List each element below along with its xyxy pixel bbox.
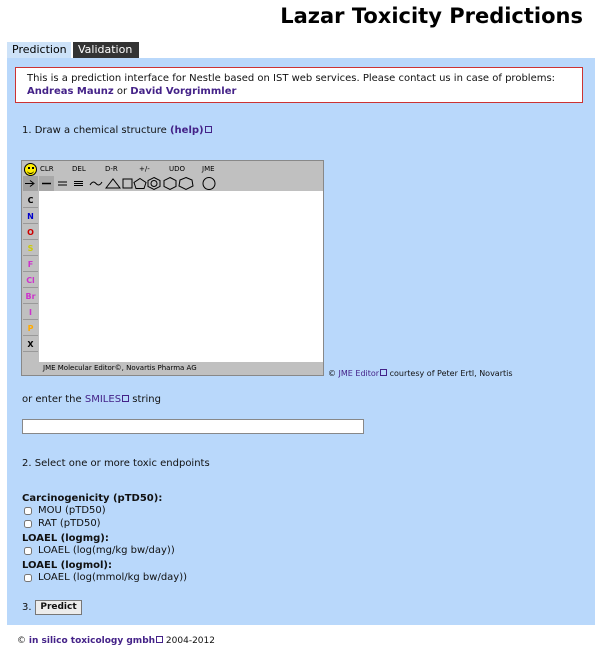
footer-years: 2004-2012 <box>165 636 215 646</box>
credit-text: courtesy of Peter Ertl, Novartis <box>389 369 513 378</box>
contact-link-david[interactable]: David Vorgrimmler <box>130 86 236 97</box>
element-n[interactable]: N <box>23 209 38 224</box>
external-link-icon <box>122 395 130 402</box>
element-s[interactable]: S <box>23 241 38 256</box>
drawing-canvas[interactable] <box>39 191 323 362</box>
element-br[interactable]: Br <box>23 289 38 304</box>
loael-logmg-heading: LOAEL (logmg): <box>22 533 109 544</box>
step1-row: 1. Draw a chemical structure (help) <box>22 125 212 136</box>
undo-tool[interactable]: UDO <box>169 165 185 173</box>
smiles-input[interactable] <box>22 419 364 434</box>
element-cl[interactable]: Cl <box>23 273 38 288</box>
element-c[interactable]: C <box>23 193 38 208</box>
info-text: This is a prediction interface for Nestl… <box>27 73 556 84</box>
page-title: Lazar Toxicity Predictions <box>280 4 583 28</box>
jme-editor[interactable]: CLR DEL D-R +/- UDO JME C N O S F Cl Br … <box>21 160 324 376</box>
d-r-tool[interactable]: D-R <box>105 165 118 173</box>
footer-copyright: © <box>17 636 26 646</box>
loael-mmol-label: LOAEL (log(mmol/kg bw/day)) <box>38 572 188 583</box>
step1-label: 1. Draw a chemical structure <box>22 125 167 136</box>
contact-link-andreas[interactable]: Andreas Maunz <box>27 86 114 97</box>
smiles-prefix: or enter the <box>22 394 82 405</box>
step3-label: 3. <box>22 602 32 613</box>
clr-tool[interactable]: CLR <box>40 165 54 173</box>
loael-mg-checkbox[interactable] <box>24 547 32 555</box>
del-tool[interactable]: DEL <box>72 165 86 173</box>
smiles-link[interactable]: SMILES <box>85 394 121 405</box>
mou-label: MOU (pTD50) <box>38 505 106 516</box>
info-box: This is a prediction interface for Nestl… <box>15 67 583 103</box>
copyright-sign: © <box>328 369 336 378</box>
element-o[interactable]: O <box>23 225 38 240</box>
company-link[interactable]: in silico toxicology gmbh <box>29 636 155 646</box>
step2-label: 2. Select one or more toxic endpoints <box>22 458 210 469</box>
charge-tool[interactable]: +/- <box>139 165 150 173</box>
smiley-icon[interactable] <box>24 163 37 176</box>
loael-logmol-heading: LOAEL (logmol): <box>22 560 112 571</box>
rat-checkbox[interactable] <box>24 520 32 528</box>
tab-validation[interactable]: Validation <box>73 42 139 58</box>
external-link-icon <box>204 126 212 133</box>
element-i[interactable]: I <box>23 305 38 320</box>
footer: © in silico toxicology gmbh 2004-2012 <box>17 636 215 646</box>
jme-editor-link[interactable]: JME Editor <box>339 369 380 378</box>
element-x[interactable]: X <box>23 337 38 352</box>
mou-checkbox[interactable] <box>24 507 32 515</box>
editor-credit: © JME Editor courtesy of Peter Ertl, Nov… <box>328 369 513 378</box>
info-or: or <box>116 86 128 97</box>
smiles-row: or enter the SMILES string <box>22 394 161 405</box>
carcinogenicity-heading: Carcinogenicity (pTD50): <box>22 493 163 504</box>
external-link-icon <box>156 636 164 643</box>
rat-label: RAT (pTD50) <box>38 518 101 529</box>
help-link[interactable]: (help) <box>170 125 204 136</box>
element-p[interactable]: P <box>23 321 38 336</box>
loael-mmol-checkbox[interactable] <box>24 574 32 582</box>
jme-info-tool[interactable]: JME <box>202 165 215 173</box>
loael-mg-label: LOAEL (log(mg/kg bw/day)) <box>38 545 175 556</box>
smiles-suffix: string <box>132 394 161 405</box>
external-link-icon <box>380 369 388 376</box>
bond-ring-toolbar[interactable] <box>22 176 222 191</box>
predict-button[interactable]: Predict <box>35 600 82 615</box>
tab-prediction[interactable]: Prediction <box>7 42 71 58</box>
element-f[interactable]: F <box>23 257 38 272</box>
editor-status: JME Molecular Editor©, Novartis Pharma A… <box>43 364 197 372</box>
